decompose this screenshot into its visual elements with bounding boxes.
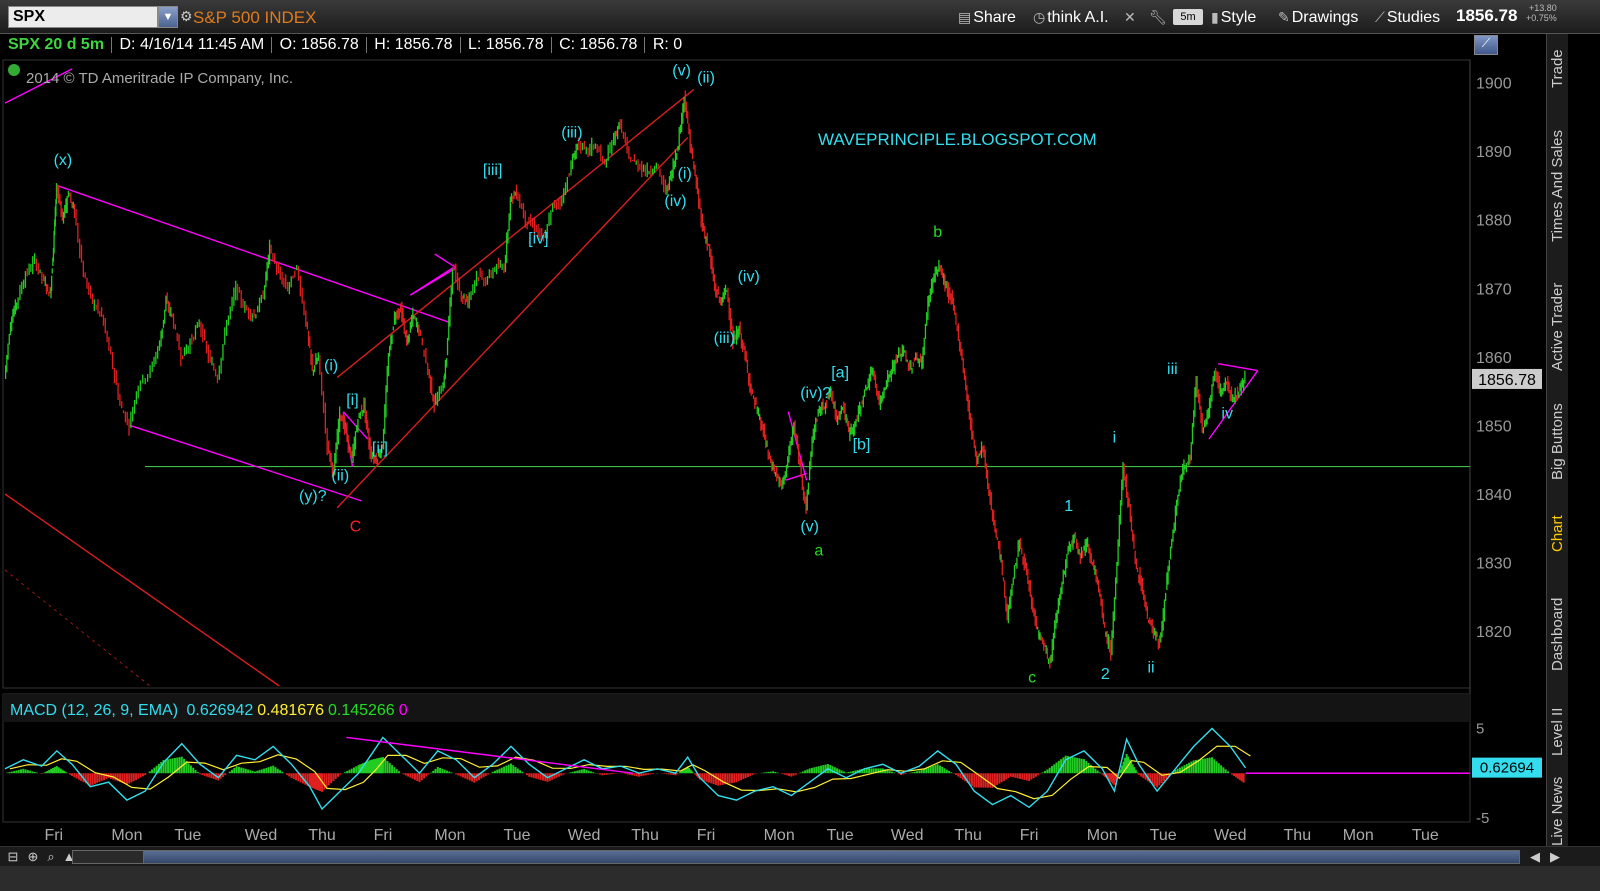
time-tick-label: Mon [1343,827,1374,844]
time-tick-label: Thu [954,827,982,844]
wave-label: (i) [324,358,338,375]
time-tick-label: Mon [111,827,142,844]
time-scrollbar[interactable] [72,850,1520,864]
time-tick-label: Mon [434,827,465,844]
side-tab-level-ii[interactable]: Level II [1549,699,1567,764]
bottom-toolbar: ⊟ ⊕ ⌕ ▲ ◀ ▶ [0,846,1600,866]
time-tick-label: Wed [568,827,601,844]
wave-label: (iv) [738,268,760,285]
time-tick-label: Thu [1284,827,1312,844]
side-tab-bar: Trade Times And Sales Active Trader Big But… [1546,34,1568,852]
price-tick-label: 1870 [1476,281,1512,298]
wave-label: b [933,224,942,241]
wave-label: (ii) [697,70,715,87]
wave-label: (v) [800,519,819,536]
time-axis: Fri Mon Tue Wed Thu Fri Mon Tue Wed Thu Fri Mon Tue W… [44,827,1438,844]
macd-value: 0 [399,702,408,719]
wave-label: C [350,519,362,536]
magnifier-icon[interactable]: ⌕ [42,849,60,865]
scroll-right-icon[interactable]: ▶ [1546,849,1564,865]
price-tick-label: 1880 [1476,213,1512,230]
wave-label: (iv) [664,193,686,210]
copyright-text: 2014 © TD Ameritrade IP Company, Inc. [26,70,293,87]
wave-label: (y)? [299,488,327,505]
time-tick-label: Fri [697,827,716,844]
wave-label: (iv)? [800,385,831,402]
price-marker: 1856.78 [1472,368,1542,389]
time-tick-label: Wed [245,827,278,844]
wave-label: iii [1167,361,1178,378]
price-tick-label: 1890 [1476,144,1512,161]
side-tab-trade[interactable]: Trade [1549,34,1567,104]
wave-label: [iii] [483,162,503,179]
time-tick-label: Fri [374,827,393,844]
time-tick-label: Wed [891,827,924,844]
wave-label: 2 [1101,666,1110,683]
time-tick-label: Thu [308,827,336,844]
price-tick-label: 1860 [1476,350,1512,367]
time-tick-label: Tue [1150,827,1177,844]
wave-label: (i) [678,166,692,183]
price-tick-label: 1830 [1476,556,1512,573]
wave-label: c [1028,670,1036,687]
price-marker-label: 1856.78 [1478,372,1536,389]
price-tick-label: 1850 [1476,418,1512,435]
macd-title-group[interactable]: MACD (12, 26, 9, EMA) 0.626942 0.481676 0.… [10,702,408,719]
wave-label: [a] [831,364,849,381]
wave-label: (v) [672,63,691,80]
time-tick-label: Tue [174,827,201,844]
macd-study-name: MACD (12, 26, 9, EMA) [10,702,183,719]
macd-marker: 0.62694 [1472,757,1542,778]
price-axis: 1820 1830 1840 1850 1860 1870 1880 1890 1900 [1476,76,1512,642]
macd-value: 0.626942 [187,702,254,719]
wave-label: ii [1147,659,1154,676]
time-tick-label: Mon [1087,827,1118,844]
watermark-text: WAVEPRINCIPLE.BLOGSPOT.COM [818,130,1097,149]
time-tick-label: Thu [631,827,659,844]
chart-canvas[interactable]: 1820 1830 1840 1850 1860 1870 1880 1890 1900 (x)… [0,0,1546,846]
wave-label: [i] [346,392,358,409]
price-tick-label: 1840 [1476,487,1512,504]
wave-label: 1 [1064,498,1073,515]
zoom-in-icon[interactable]: ⊕ [24,849,42,865]
time-tick-label: Fri [44,827,63,844]
price-tick-label: 1900 [1476,76,1512,93]
wave-label: i [1113,430,1117,447]
time-tick-label: Tue [504,827,531,844]
time-tick-label: Wed [1214,827,1247,844]
macd-tick-label: 5 [1476,720,1484,737]
time-tick-label: Tue [827,827,854,844]
wave-label: iv [1221,406,1233,423]
zoom-out-icon[interactable]: ⊟ [4,849,22,865]
macd-value: 0.481676 [257,702,324,719]
side-tab-active-trader[interactable]: Active Trader [1549,269,1567,384]
time-scrollbar-thumb[interactable] [72,850,144,864]
side-tab-big-buttons[interactable]: Big Buttons [1549,394,1567,489]
wave-label: (iii) [714,330,735,347]
wave-label: [b] [853,436,871,453]
macd-marker-label: 0.62694 [1480,760,1534,777]
time-tick-label: Fri [1020,827,1039,844]
time-tick-label: Mon [764,827,795,844]
wave-label: a [814,543,823,560]
wave-label: (x) [54,152,73,169]
wave-label: (ii) [331,467,349,484]
status-dot-icon [8,64,20,76]
price-pane [2,59,1471,689]
price-tick-label: 1820 [1476,624,1512,641]
wave-label: (iii) [561,124,582,141]
macd-tick-label: -5 [1476,810,1489,827]
scroll-left-icon[interactable]: ◀ [1526,849,1544,865]
side-tab-times-and-sales[interactable]: Times And Sales [1549,114,1567,259]
wave-label: [ii] [372,440,388,457]
side-tab-chart[interactable]: Chart [1549,499,1567,569]
macd-value: 0.145266 [328,702,395,719]
time-tick-label: Tue [1412,827,1439,844]
side-tab-dashboard[interactable]: Dashboard [1549,579,1567,689]
status-footer [0,866,1600,891]
side-tab-live-news[interactable]: Live News [1549,774,1567,849]
wave-label: [iv] [528,231,548,248]
